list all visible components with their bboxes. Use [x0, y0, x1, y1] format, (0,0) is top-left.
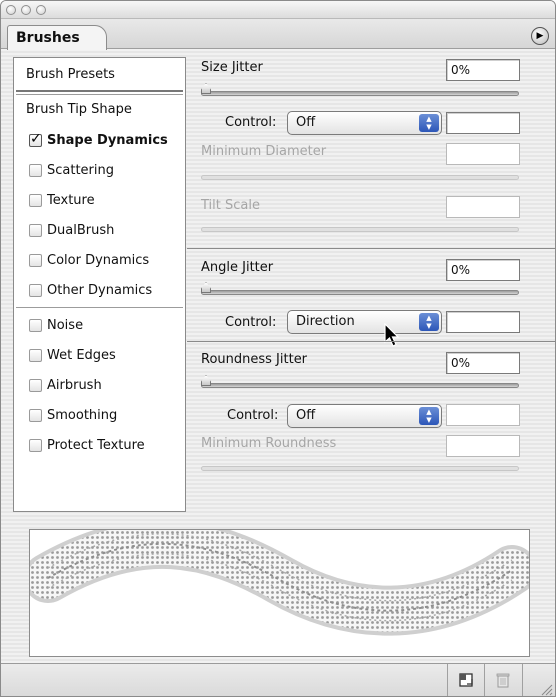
- checkbox-protect-texture[interactable]: [29, 439, 42, 452]
- sidebar-item-airbrush[interactable]: Airbrush: [47, 378, 102, 393]
- new-brush-icon[interactable]: [457, 671, 475, 689]
- size-control-select[interactable]: Off ▲ ▼: [287, 111, 442, 135]
- sidebar-item-brush-presets[interactable]: Brush Presets: [26, 67, 115, 82]
- roundness-control-select[interactable]: Off ▲ ▼: [287, 404, 442, 428]
- brushes-panel-window: Brushes ▶ Brush Presets Brush Tip Shape …: [0, 0, 556, 697]
- resize-grip-icon[interactable]: [539, 682, 553, 696]
- checkbox-scattering[interactable]: [29, 164, 42, 177]
- size-control-value: Off: [296, 115, 316, 130]
- angle-control-value: Direction: [296, 314, 355, 329]
- minimum-roundness-slider[interactable]: [201, 466, 519, 471]
- brush-stroke-preview: [23, 518, 537, 657]
- roundness-control-label: Control:: [227, 408, 279, 423]
- size-jitter-slider[interactable]: [201, 83, 519, 96]
- angle-jitter-field[interactable]: 0%: [446, 259, 520, 281]
- divider: [16, 307, 183, 308]
- checkbox-shape-dynamics[interactable]: ✓: [29, 131, 42, 147]
- angle-jitter-label: Angle Jitter: [201, 260, 274, 275]
- checkbox-wet-edges[interactable]: [29, 349, 42, 362]
- roundness-jitter-slider[interactable]: [201, 375, 519, 388]
- size-control-amount-field[interactable]: [446, 112, 520, 134]
- mouse-cursor-icon: [384, 323, 400, 347]
- tilt-scale-slider[interactable]: [201, 227, 519, 232]
- trash-icon[interactable]: [494, 671, 512, 689]
- size-control-label: Control:: [225, 115, 277, 130]
- sidebar-item-dual-brush[interactable]: DualBrush: [47, 223, 114, 238]
- minimum-roundness-field[interactable]: [446, 435, 520, 457]
- divider: [522, 664, 523, 696]
- updown-arrows-icon: ▲ ▼: [419, 114, 439, 132]
- title-bar: [1, 1, 555, 19]
- minimum-diameter-label: Minimum Diameter: [201, 144, 327, 159]
- divider: [16, 90, 183, 92]
- checkbox-smoothing[interactable]: [29, 409, 42, 422]
- minimum-roundness-label: Minimum Roundness: [201, 436, 337, 451]
- checkbox-texture[interactable]: [29, 194, 42, 207]
- shape-dynamics-settings: Size Jitter 0% Control: Off ▲ ▼ Minimum D…: [187, 49, 555, 519]
- sidebar-item-protect-texture[interactable]: Protect Texture: [47, 438, 145, 453]
- sidebar-item-texture[interactable]: Texture: [47, 193, 95, 208]
- size-jitter-field[interactable]: 0%: [446, 59, 520, 81]
- angle-control-amount-field[interactable]: [446, 311, 520, 333]
- angle-control-label: Control:: [225, 315, 277, 330]
- slider-thumb[interactable]: [201, 375, 211, 386]
- brush-stroke-graphic: [23, 518, 537, 636]
- checkbox-dual-brush[interactable]: [29, 224, 42, 237]
- close-window-button[interactable]: [6, 5, 16, 15]
- angle-jitter-slider[interactable]: [201, 282, 519, 295]
- roundness-jitter-label: Roundness Jitter: [201, 352, 308, 367]
- roundness-control-value: Off: [296, 408, 316, 423]
- updown-arrows-icon: ▲ ▼: [419, 313, 439, 331]
- minimize-window-button[interactable]: [21, 5, 31, 15]
- size-jitter-label: Size Jitter: [201, 60, 263, 75]
- checkbox-airbrush[interactable]: [29, 379, 42, 392]
- checkmark-icon: ✓: [30, 131, 42, 147]
- minimum-diameter-field[interactable]: [446, 143, 520, 165]
- minimum-diameter-slider[interactable]: [201, 175, 519, 180]
- brush-settings-list: Brush Presets Brush Tip Shape ✓ Shape Dy…: [13, 57, 186, 512]
- tilt-scale-field[interactable]: [446, 196, 520, 218]
- tab-strip: Brushes ▶: [1, 19, 555, 50]
- sidebar-item-color-dynamics[interactable]: Color Dynamics: [47, 253, 149, 268]
- panel-footer: [1, 663, 555, 696]
- sidebar-item-scattering[interactable]: Scattering: [47, 163, 114, 178]
- roundness-jitter-field[interactable]: 0%: [446, 352, 520, 374]
- checkbox-other-dynamics[interactable]: [29, 284, 42, 297]
- divider: [447, 664, 448, 696]
- tab-brushes[interactable]: Brushes: [7, 25, 107, 50]
- angle-control-select[interactable]: Direction ▲ ▼: [287, 310, 442, 334]
- tilt-scale-label: Tilt Scale: [201, 198, 260, 213]
- updown-arrows-icon: ▲ ▼: [419, 407, 439, 425]
- divider: [484, 664, 485, 696]
- checkbox-color-dynamics[interactable]: [29, 254, 42, 267]
- sidebar-item-noise[interactable]: Noise: [47, 318, 83, 333]
- divider: [187, 341, 555, 342]
- divider: [16, 94, 183, 95]
- sidebar-item-brush-tip-shape[interactable]: Brush Tip Shape: [26, 102, 132, 117]
- sidebar-item-shape-dynamics[interactable]: Shape Dynamics: [47, 133, 168, 148]
- sidebar-item-wet-edges[interactable]: Wet Edges: [47, 348, 116, 363]
- slider-thumb[interactable]: [201, 282, 211, 293]
- panel-menu-icon[interactable]: ▶: [531, 27, 549, 45]
- zoom-window-button[interactable]: [36, 5, 46, 15]
- sidebar-item-other-dynamics[interactable]: Other Dynamics: [47, 283, 152, 298]
- roundness-control-amount-field[interactable]: [446, 404, 520, 426]
- divider: [187, 248, 555, 249]
- checkbox-noise[interactable]: [29, 319, 42, 332]
- sidebar-item-smoothing[interactable]: Smoothing: [47, 408, 117, 423]
- slider-thumb[interactable]: [201, 83, 211, 94]
